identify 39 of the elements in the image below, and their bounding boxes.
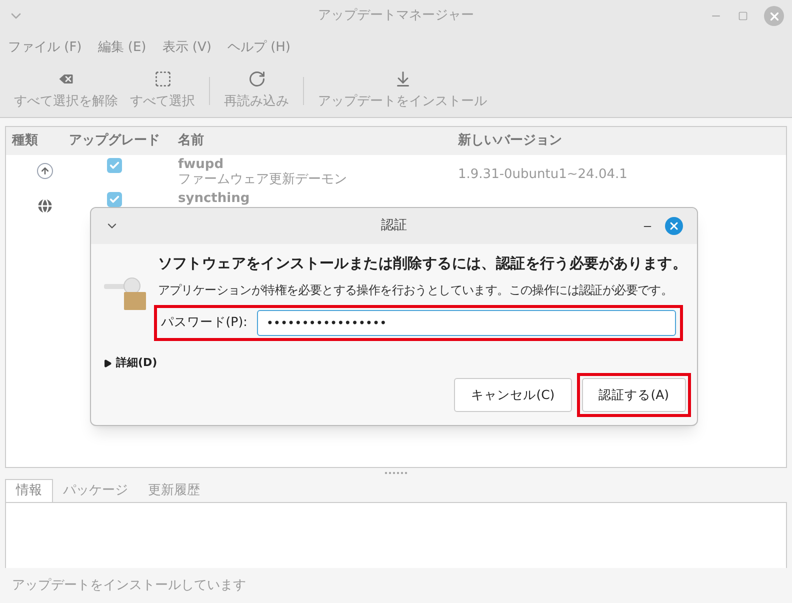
password-field[interactable]: ••••••••••••••••• [257, 310, 676, 336]
dialog-heading: ソフトウェアをインストールまたは削除するには、認証を行う必要があります。 [158, 254, 687, 274]
globe-icon [36, 197, 54, 215]
menu-item[interactable]: ファイル (F) [8, 38, 82, 58]
column-header[interactable]: アップグレード [69, 131, 172, 151]
menu-item[interactable]: 表示 (V) [162, 38, 212, 58]
dialog-title: 認証 [381, 217, 407, 236]
package-name: syncthing [178, 191, 251, 206]
menu-item[interactable]: 編集 (E) [98, 38, 146, 58]
column-header[interactable]: 新しいバージョン [454, 131, 562, 151]
maximize-icon[interactable] [738, 11, 748, 21]
dialog-button[interactable]: 認証する(A) [582, 378, 686, 412]
toolbar-button[interactable]: 再読み込み [220, 70, 293, 112]
window-title: アップデートマネージャー [318, 7, 474, 26]
tab[interactable]: 更新履歴 [138, 479, 210, 503]
package-name: fwupd [178, 157, 225, 172]
expander-triangle-icon [103, 358, 112, 368]
details-expander[interactable]: 詳細(D) [103, 354, 158, 372]
checkbox[interactable] [107, 158, 122, 173]
tab[interactable]: 情報 [5, 479, 53, 503]
splitter-handle[interactable] [385, 472, 407, 474]
tab[interactable]: パッケージ [53, 479, 138, 503]
status-text: アップデートをインストールしています [12, 576, 246, 595]
reload-icon [248, 70, 266, 88]
checkbox[interactable] [107, 192, 122, 207]
toolbar-button[interactable]: すべて選択を解除 [10, 70, 122, 112]
column-header[interactable]: 種類 [6, 131, 69, 151]
package-description: ファームウェア更新デーモン [178, 172, 348, 187]
dialog-button[interactable]: キャンセル(C) [454, 378, 572, 412]
close-icon[interactable] [764, 6, 784, 26]
password-label: パスワード(P): [160, 313, 248, 332]
dashed-square-icon [154, 70, 172, 88]
version-cell-text: 1.9.31-0ubuntu1~24.04.1 [457, 166, 628, 184]
column-header[interactable]: 名前 [172, 131, 454, 151]
toolbar-button[interactable]: アップデートをインストール [314, 70, 491, 112]
dialog-message: アプリケーションが特権を必要とする操作を行おうとしています。この操作には認証が必要です。 [158, 282, 674, 299]
toolbar-button[interactable]: すべて選択 [126, 70, 199, 112]
close-icon[interactable] [665, 217, 683, 235]
menu-item[interactable]: ヘルプ (H) [227, 38, 290, 58]
